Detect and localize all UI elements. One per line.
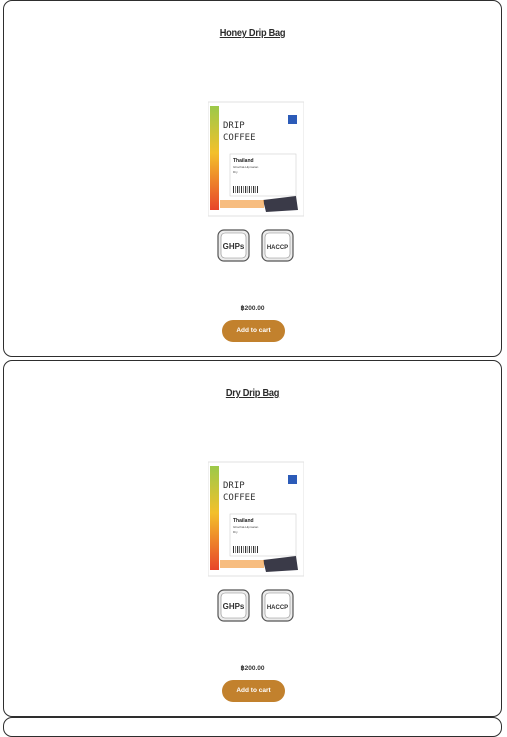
ghps-badge: GHPs [223, 602, 245, 611]
product-card: Honey Drip Bag DRIP COFFEE Thailand Ghoc… [3, 0, 502, 357]
package-line1: DRIP [223, 121, 245, 131]
product-title[interactable]: Honey Drip Bag [34, 27, 471, 39]
package-process: Dry [233, 170, 238, 174]
package-line1: DRIP [223, 481, 245, 491]
certification-badges: GHPs HACCP [217, 229, 294, 262]
add-to-cart-button[interactable]: Add to cart [222, 680, 285, 702]
product-card: Dry Drip Bag DRIP COFFEE Thailand Ghocha… [3, 360, 502, 717]
product-price: ฿200.00 [240, 305, 265, 312]
haccp-badge: HACCP [267, 605, 288, 611]
add-to-cart-button[interactable]: Add to cart [222, 320, 285, 342]
haccp-badge: HACCP [267, 245, 288, 251]
product-card-partial [3, 717, 502, 737]
ghps-badge: GHPs [223, 242, 245, 251]
package-origin: Thailand [233, 158, 254, 164]
certification-badges: GHPs HACCP [217, 589, 294, 622]
package-line2: COFFEE [223, 133, 256, 143]
package-farm: Ghochat-Hipmaran [233, 525, 259, 529]
product-image[interactable]: DRIP COFFEE Thailand Ghochat-Hipmaran Dr… [208, 460, 304, 578]
package-process: Dry [233, 530, 238, 534]
package-farm: Ghochat-Hipmaran [233, 165, 259, 169]
product-image[interactable]: DRIP COFFEE Thailand Ghochat-Hipmaran Dr… [208, 100, 304, 218]
package-origin: Thailand [233, 518, 254, 524]
product-title[interactable]: Dry Drip Bag [34, 387, 471, 399]
package-line2: COFFEE [223, 493, 256, 503]
product-price: ฿200.00 [240, 665, 265, 672]
